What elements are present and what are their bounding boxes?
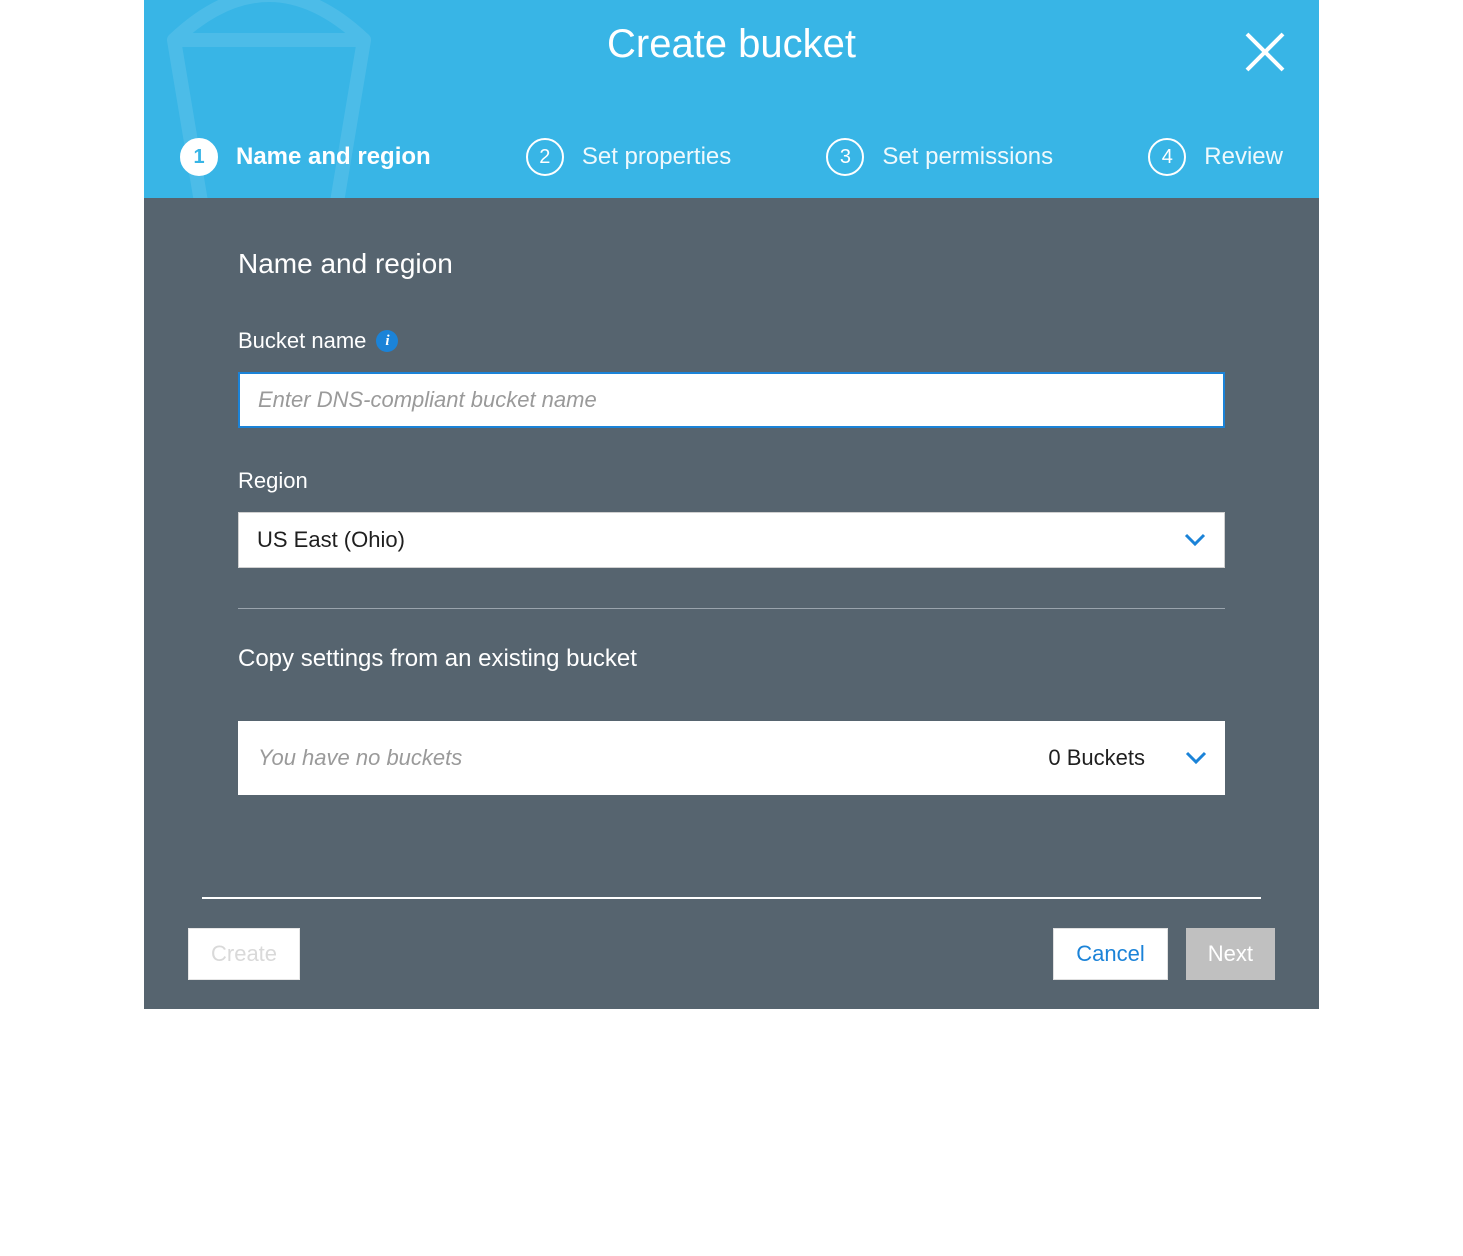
wizard-step-number: 4: [1148, 138, 1186, 176]
wizard-step-set-permissions[interactable]: 3 Set permissions: [826, 138, 1053, 176]
region-select[interactable]: US East (Ohio): [238, 512, 1225, 568]
bucket-name-label: Bucket name: [238, 328, 366, 354]
bucket-name-input[interactable]: [238, 372, 1225, 428]
copy-settings-placeholder: You have no buckets: [258, 745, 462, 771]
bucket-name-field: Bucket name i: [238, 328, 1225, 428]
wizard-step-label: Set permissions: [882, 143, 1053, 171]
region-selected-value: US East (Ohio): [257, 527, 405, 553]
modal-body: Name and region Bucket name i Region US …: [144, 198, 1319, 897]
modal-header: Create bucket 1 Name and region 2 Set pr…: [144, 0, 1319, 198]
wizard-step-review[interactable]: 4 Review: [1148, 138, 1283, 176]
cancel-button[interactable]: Cancel: [1053, 928, 1167, 980]
copy-settings-count: 0 Buckets: [1048, 745, 1145, 771]
section-title: Name and region: [238, 248, 1225, 280]
modal-footer: Create Cancel Next: [144, 899, 1319, 1009]
wizard-step-label: Name and region: [236, 143, 431, 171]
chevron-down-icon: [1185, 751, 1207, 765]
info-icon[interactable]: i: [376, 330, 398, 352]
close-icon: [1241, 28, 1289, 76]
wizard-step-label: Set properties: [582, 143, 731, 171]
bucket-name-label-row: Bucket name i: [238, 328, 1225, 354]
next-button[interactable]: Next: [1186, 928, 1275, 980]
divider: [238, 608, 1225, 609]
wizard-step-name-and-region[interactable]: 1 Name and region: [180, 138, 431, 176]
close-button[interactable]: [1241, 28, 1289, 76]
copy-settings-select[interactable]: You have no buckets 0 Buckets: [238, 721, 1225, 795]
chevron-down-icon: [1184, 533, 1206, 547]
create-bucket-modal: Create bucket 1 Name and region 2 Set pr…: [144, 0, 1319, 1009]
create-button[interactable]: Create: [188, 928, 300, 980]
wizard-steps: 1 Name and region 2 Set properties 3 Set…: [180, 138, 1283, 176]
wizard-step-set-properties[interactable]: 2 Set properties: [526, 138, 731, 176]
region-label: Region: [238, 468, 1225, 494]
copy-settings-label: Copy settings from an existing bucket: [238, 645, 1225, 673]
wizard-step-number: 2: [526, 138, 564, 176]
footer-right-group: Cancel Next: [1053, 928, 1275, 980]
wizard-step-label: Review: [1204, 143, 1283, 171]
region-field: Region US East (Ohio): [238, 468, 1225, 568]
wizard-step-number: 1: [180, 138, 218, 176]
modal-title: Create bucket: [144, 22, 1319, 67]
wizard-step-number: 3: [826, 138, 864, 176]
